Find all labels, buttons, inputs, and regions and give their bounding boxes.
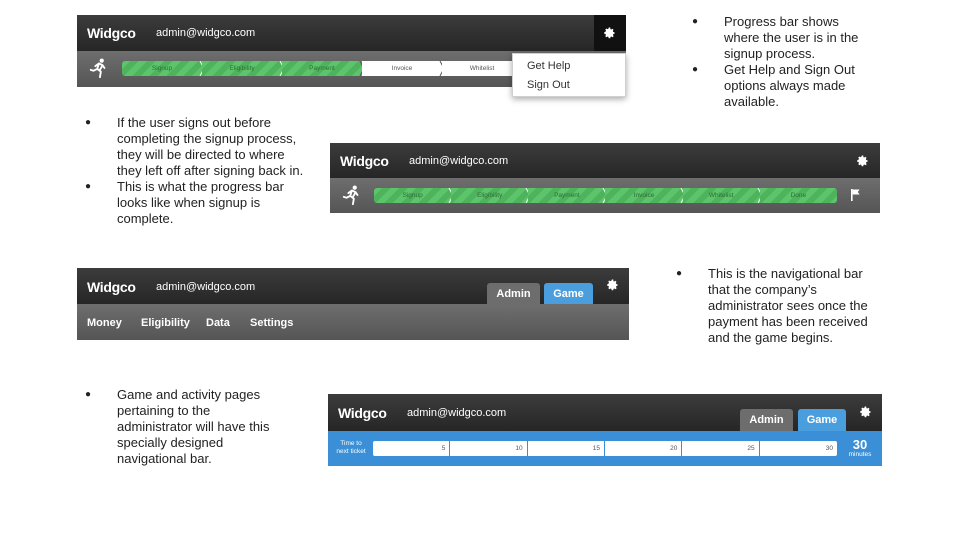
timer-tick: 30: [825, 445, 833, 452]
header-bar-1: Widgco admin@widgco.com: [77, 15, 626, 51]
nav-link-eligibility[interactable]: Eligibility: [141, 317, 190, 329]
nav-link-settings[interactable]: Settings: [250, 317, 293, 329]
progress-step-invoice: Invoice: [605, 188, 686, 203]
timer-label-line1: Time to: [340, 440, 362, 447]
progress-step-whitelist: Whitelist: [682, 188, 763, 203]
progress-step-signup: Signup: [122, 61, 205, 76]
progress-step-label: Invoice: [391, 65, 413, 72]
user-email: admin@widgco.com: [156, 281, 256, 293]
note-item: Get Help and Sign Out options always mad…: [692, 62, 877, 110]
menu-item-sign-out[interactable]: Sign Out: [513, 76, 625, 95]
progress-step-label: Whitelist: [708, 192, 734, 199]
progress-step-label: Invoice: [633, 192, 655, 199]
header-bar-2: Widgco admin@widgco.com: [330, 143, 880, 178]
note-item: Game and activity pages pertaining to th…: [85, 387, 285, 467]
runner-icon: [341, 184, 363, 211]
flag-icon: [850, 188, 862, 207]
runner-icon: [88, 57, 110, 84]
header-bar-4: Widgco admin@widgco.com Admin Game: [328, 394, 882, 431]
gear-icon[interactable]: [858, 404, 874, 420]
progress-step-label: Signup: [151, 65, 173, 72]
progress-step-done: Done: [759, 188, 837, 203]
notes-left-middle: If the user signs out before completing …: [85, 115, 305, 227]
admin-nav-row: Money Eligibility Data Settings: [77, 304, 629, 340]
timer-value-unit: minutes: [848, 451, 872, 458]
timer-tick: 20: [605, 441, 683, 456]
progress-step-invoice: Invoice: [362, 61, 445, 76]
timer-label: Time to next ticket: [332, 440, 370, 455]
progress-step-eligibility: Eligibility: [451, 188, 531, 203]
tab-game[interactable]: Game: [544, 283, 593, 304]
gear-icon[interactable]: [605, 277, 621, 293]
notes-right-middle: This is the navigational bar that the co…: [676, 266, 876, 346]
progress-step-label: Payment: [309, 65, 335, 72]
progress-step-eligibility: Eligibility: [202, 61, 285, 76]
progress-step-whitelist: Whitelist: [442, 61, 522, 76]
nav-link-data[interactable]: Data: [206, 317, 230, 329]
progress-step-payment: Payment: [282, 61, 365, 76]
gear-icon[interactable]: [855, 153, 871, 169]
user-email: admin@widgco.com: [156, 27, 256, 39]
user-email: admin@widgco.com: [407, 407, 507, 419]
gear-icon: [594, 15, 626, 51]
timer-label-line2: next ticket: [336, 447, 366, 455]
notes-left-bottom: Game and activity pages pertaining to th…: [85, 387, 285, 467]
progress-step-label: Eligibility: [477, 192, 503, 199]
tab-game[interactable]: Game: [798, 409, 846, 431]
progress-step-signup: Signup: [374, 188, 454, 203]
tab-admin[interactable]: Admin: [487, 283, 540, 304]
timer-track: 5 10 15 20 25 30: [373, 441, 837, 456]
settings-button[interactable]: [594, 15, 626, 51]
progress-step-label: Signup: [402, 192, 423, 199]
timer-tick: 25: [682, 441, 760, 456]
settings-dropdown: Get Help Sign Out: [512, 53, 626, 97]
notes-top-right: Progress bar shows where the user is in …: [692, 14, 877, 110]
app-logo[interactable]: Widgco: [87, 279, 136, 295]
timer-value-number: 30: [852, 437, 868, 452]
app-logo[interactable]: Widgco: [340, 153, 389, 169]
note-item: This is what the progress bar looks like…: [85, 179, 305, 227]
nav-link-money[interactable]: Money: [87, 317, 122, 329]
slide: Widgco admin@widgco.com Signup Eligibilit…: [0, 0, 960, 540]
header-bar-3: Widgco admin@widgco.com Admin Game: [77, 268, 629, 304]
app-logo[interactable]: Widgco: [87, 25, 136, 41]
progress-step-label: Done: [790, 192, 807, 199]
timer-tick: 5: [373, 441, 451, 456]
timer-tick: 10: [450, 441, 528, 456]
tab-admin[interactable]: Admin: [740, 409, 793, 431]
timer-tick: 15: [528, 441, 605, 456]
progress-step-payment: Payment: [528, 188, 609, 203]
signup-progress-track-complete: Signup Eligibility Payment Invoice Whitelist…: [374, 188, 837, 203]
progress-bar-row-2: Signup Eligibility Payment Invoice Whitelist…: [330, 178, 880, 213]
note-item: Progress bar shows where the user is in …: [692, 14, 877, 62]
progress-step-label: Payment: [554, 192, 580, 199]
app-logo[interactable]: Widgco: [338, 405, 387, 421]
signup-progress-track: Signup Eligibility Payment Invoice Whitelist: [122, 61, 522, 76]
ticket-timer-bar: Time to next ticket 5 10 15 20 25 30 30 minut…: [328, 431, 882, 466]
note-item: This is the navigational bar that the co…: [676, 266, 876, 346]
progress-step-label: Eligibility: [229, 65, 255, 72]
menu-item-get-help[interactable]: Get Help: [513, 57, 625, 76]
user-email: admin@widgco.com: [409, 155, 509, 167]
timer-value: 30 minutes: [842, 438, 878, 459]
note-item: If the user signs out before completing …: [85, 115, 305, 179]
progress-step-label: Whitelist: [469, 65, 495, 72]
